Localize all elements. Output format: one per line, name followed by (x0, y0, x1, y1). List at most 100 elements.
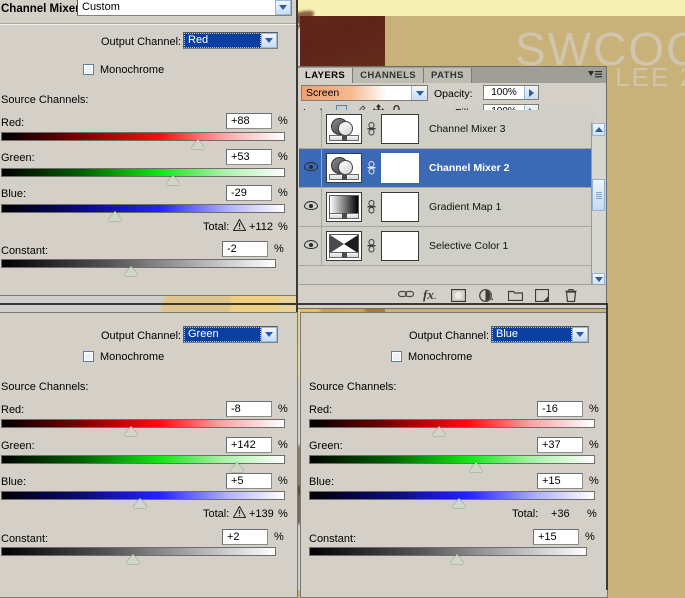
layer-thumbnail[interactable] (326, 192, 362, 222)
source-green-value[interactable]: +53 (226, 149, 272, 165)
opacity-label: Opacity: (434, 88, 473, 100)
opacity-field[interactable]: 100% (483, 85, 539, 100)
layer-mask-thumbnail[interactable] (381, 231, 419, 261)
new-group-icon[interactable] (507, 289, 524, 304)
source-green-slider-track[interactable] (1, 168, 285, 177)
tab-channels[interactable]: CHANNELS (353, 68, 425, 83)
source-green-slider-track[interactable] (309, 455, 595, 464)
layer-mask-thumbnail[interactable] (381, 153, 419, 183)
source-red-slider-track[interactable] (1, 419, 285, 428)
chevron-down-icon[interactable] (411, 86, 427, 100)
chevron-down-icon[interactable] (261, 33, 277, 48)
layer-name: Channel Mixer 2 (429, 162, 510, 174)
eye-icon[interactable] (304, 240, 318, 251)
visibility-cell[interactable] (299, 188, 322, 226)
output-channel-dropdown[interactable]: Red (183, 32, 278, 49)
source-blue-slider-track[interactable] (309, 491, 595, 500)
chevron-down-icon[interactable] (261, 327, 277, 342)
constant-slider-track[interactable] (309, 547, 587, 556)
constant-slider-track[interactable] (1, 259, 276, 268)
constant-slider-thumb[interactable] (127, 554, 139, 564)
layer-thumbnail[interactable] (326, 114, 362, 144)
output-channel-value: Red (184, 33, 261, 48)
chevron-down-icon[interactable] (275, 0, 291, 15)
visibility-cell[interactable] (299, 227, 322, 265)
source-green-value[interactable]: +142 (226, 437, 272, 453)
preset-dropdown[interactable]: Custom (77, 0, 292, 16)
table-row[interactable]: Channel Mixer 2 (299, 149, 594, 188)
source-red-value[interactable]: -16 (537, 401, 583, 417)
source-red-slider-track[interactable] (1, 132, 285, 141)
opacity-slider-arrow-icon[interactable] (524, 86, 538, 99)
source-blue-slider-thumb[interactable] (134, 498, 146, 508)
link-mask-icon[interactable] (367, 122, 376, 136)
source-blue-value[interactable]: -29 (226, 185, 272, 201)
source-red-slider-thumb[interactable] (433, 426, 445, 436)
source-red-slider-thumb[interactable] (192, 139, 204, 149)
constant-slider-thumb[interactable] (125, 266, 137, 276)
layer-thumbnail[interactable] (326, 153, 362, 183)
link-mask-icon[interactable] (367, 239, 376, 253)
total-value: +36 (551, 508, 570, 520)
eye-icon[interactable] (304, 162, 318, 173)
source-red-label: Red: (1, 404, 25, 416)
table-row[interactable]: Gradient Map 1 (299, 188, 594, 227)
monochrome-checkbox[interactable] (391, 351, 402, 362)
chevron-down-icon[interactable] (572, 327, 588, 342)
layers-list[interactable]: Channel Mixer 3 Channel Mixer 2 Gradient… (299, 110, 594, 287)
constant-value[interactable]: +2 (222, 529, 268, 545)
palette-menu-icon[interactable] (588, 70, 602, 79)
source-green-slider-thumb[interactable] (231, 462, 243, 472)
constant-value[interactable]: +15 (533, 529, 579, 545)
constant-value[interactable]: -2 (222, 241, 268, 257)
layer-mask-thumbnail[interactable] (381, 192, 419, 222)
table-row[interactable]: Selective Color 1 (299, 227, 594, 266)
table-row[interactable]: Channel Mixer 3 (299, 110, 594, 149)
percent-sign: % (278, 508, 288, 520)
layer-style-fx-icon[interactable]: fx. (423, 287, 436, 303)
source-green-slider-thumb[interactable] (167, 175, 179, 185)
link-layers-icon[interactable] (397, 289, 415, 303)
visibility-cell[interactable] (299, 149, 322, 187)
link-mask-icon[interactable] (367, 161, 376, 175)
opacity-value: 100% (491, 87, 517, 98)
percent-sign: % (278, 221, 288, 233)
warning-icon (233, 219, 246, 231)
source-red-value[interactable]: -8 (226, 401, 272, 417)
tab-layers[interactable]: LAYERS (298, 68, 354, 83)
layers-scrollbar[interactable] (591, 123, 605, 286)
source-red-slider-thumb[interactable] (125, 426, 137, 436)
layer-thumbnail[interactable] (326, 231, 362, 261)
source-red-slider-track[interactable] (309, 419, 595, 428)
source-blue-slider-thumb[interactable] (453, 498, 465, 508)
source-green-value[interactable]: +37 (537, 437, 583, 453)
monochrome-checkbox[interactable] (83, 64, 94, 75)
visibility-cell[interactable] (299, 110, 322, 148)
constant-slider-thumb[interactable] (451, 554, 463, 564)
source-blue-slider-thumb[interactable] (109, 211, 121, 221)
blend-mode-row: Screen Opacity: 100% (298, 83, 606, 103)
eye-icon[interactable] (304, 201, 318, 212)
output-channel-value: Blue (492, 327, 572, 342)
constant-label: Constant: (1, 245, 49, 257)
blend-mode-dropdown[interactable]: Screen (301, 85, 428, 101)
link-mask-icon[interactable] (367, 200, 376, 214)
source-green-slider-thumb[interactable] (470, 462, 482, 472)
source-blue-value[interactable]: +5 (226, 473, 272, 489)
source-red-value[interactable]: +88 (226, 113, 272, 129)
source-blue-slider-track[interactable] (1, 204, 285, 213)
output-channel-dropdown[interactable]: Blue (491, 326, 589, 343)
tab-paths[interactable]: PATHS (424, 68, 472, 83)
output-channel-dropdown[interactable]: Green (183, 326, 278, 343)
source-blue-value[interactable]: +15 (537, 473, 583, 489)
palette-tab-bar: LAYERS CHANNELS PATHS (298, 67, 606, 83)
percent-sign: % (274, 531, 284, 543)
scrollbar-thumb[interactable] (592, 179, 605, 211)
preset-value: Custom (82, 1, 120, 13)
source-blue-label: Blue: (309, 476, 335, 488)
monochrome-checkbox[interactable] (83, 351, 94, 362)
monochrome-label: Monochrome (100, 64, 165, 76)
scroll-up-button[interactable] (592, 123, 605, 136)
layer-mask-thumbnail[interactable] (381, 114, 419, 144)
source-channels-label: Source Channels: (1, 94, 89, 106)
